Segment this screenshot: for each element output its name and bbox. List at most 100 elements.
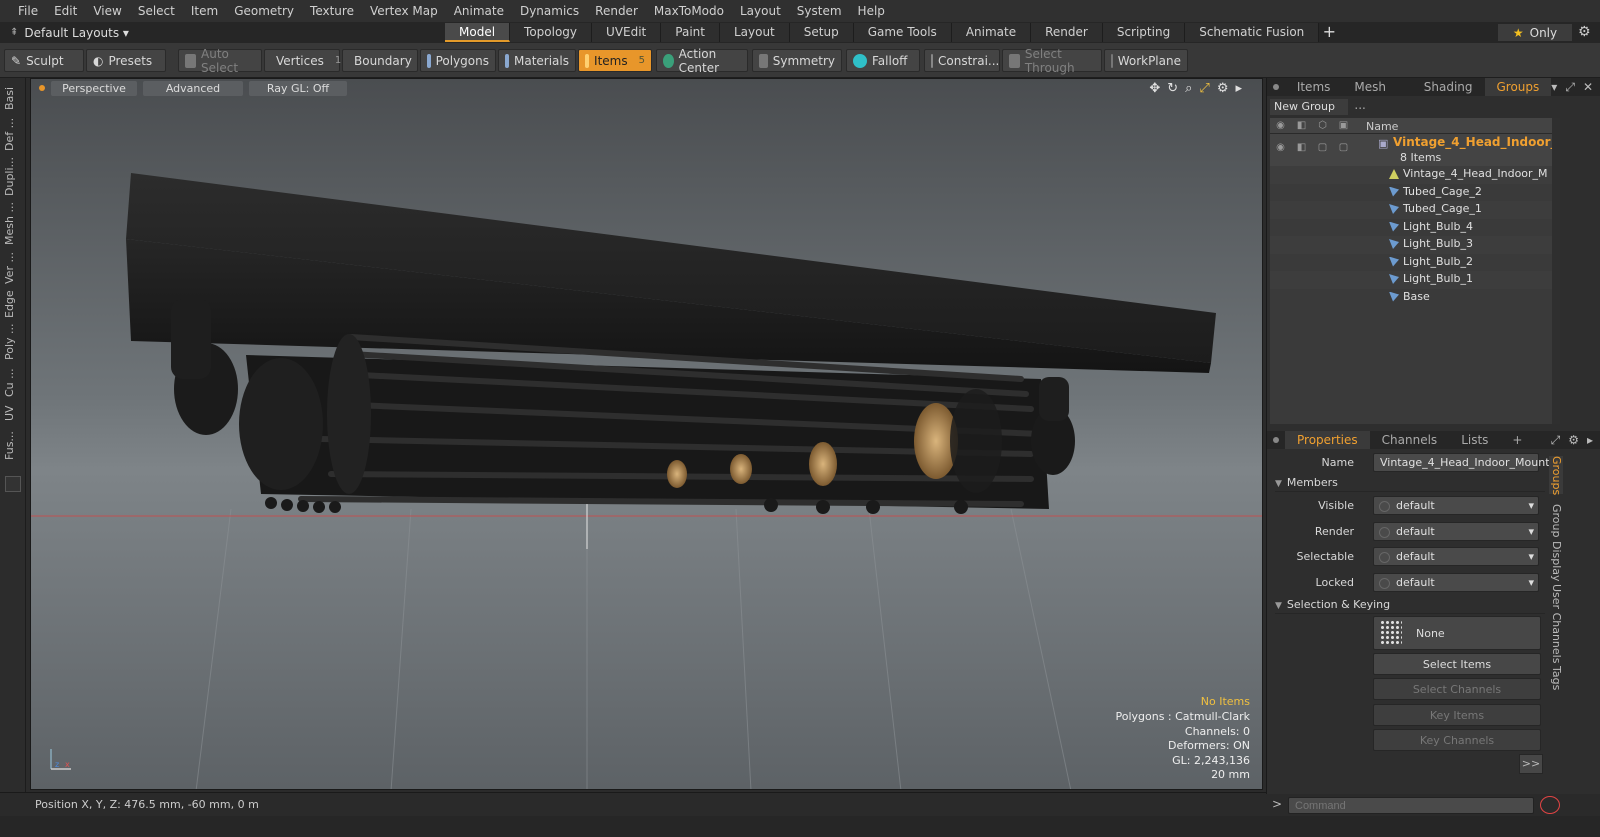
tab-paint[interactable]: Paint xyxy=(661,23,720,42)
select-column-icon[interactable]: ⬡ xyxy=(1312,118,1333,134)
tab-schematic-fusion[interactable]: Schematic Fusion xyxy=(1185,23,1320,42)
constraints-button[interactable]: Constrai... xyxy=(924,49,1000,72)
lock-column-icon[interactable]: ▣ xyxy=(1333,118,1354,134)
key-items-button[interactable]: Key Items xyxy=(1373,704,1541,726)
advanced-button[interactable]: Advanced xyxy=(143,80,243,96)
left-tab-duplicate[interactable]: Dupli... xyxy=(3,154,23,198)
left-tab-edge[interactable]: Edge xyxy=(3,288,23,320)
lock-toggle-icon[interactable]: ▢ xyxy=(1333,140,1354,156)
side-tab-group-display[interactable]: Group Display xyxy=(1549,504,1563,582)
collapse-up-icon[interactable]: ⇞ xyxy=(10,27,18,38)
menu-system[interactable]: System xyxy=(789,0,850,22)
perspective-button[interactable]: Perspective xyxy=(51,80,137,96)
items-button[interactable]: Items 5 xyxy=(578,49,652,72)
workplane-button[interactable]: WorkPlane xyxy=(1104,49,1188,72)
list-item[interactable]: Vintage_4_Head_Indoor_M ... xyxy=(1270,166,1552,184)
left-tab-fusion[interactable]: Fus... xyxy=(3,428,23,464)
list-item[interactable]: Light_Bulb_2 xyxy=(1270,254,1552,272)
list-item[interactable]: Tubed_Cage_1 xyxy=(1270,201,1552,219)
props-expand-icon[interactable]: ⤢ xyxy=(1551,433,1561,448)
list-item[interactable]: Light_Bulb_3 xyxy=(1270,236,1552,254)
tab-render[interactable]: Render xyxy=(1031,23,1103,42)
menu-render[interactable]: Render xyxy=(587,0,646,22)
name-field[interactable]: Vintage_4_Head_Indoor_Mount_ xyxy=(1373,453,1555,472)
left-tab-uv[interactable]: UV xyxy=(3,402,23,424)
left-tab-vertex[interactable]: Ver ... xyxy=(3,250,23,286)
menu-geometry[interactable]: Geometry xyxy=(226,0,302,22)
visible-dropdown[interactable]: default xyxy=(1373,496,1539,515)
pan-icon[interactable]: ✥ xyxy=(1149,81,1160,96)
menu-maxtomodo[interactable]: MaxToModo xyxy=(646,0,732,22)
select-items-button[interactable]: Select Items xyxy=(1373,653,1541,675)
fit-icon[interactable]: ⤢ xyxy=(1199,81,1209,96)
record-stop-icon[interactable] xyxy=(1540,796,1560,814)
tab-items[interactable]: Items xyxy=(1285,78,1343,96)
tab-uvedit[interactable]: UVEdit xyxy=(592,23,662,42)
menu-texture[interactable]: Texture xyxy=(302,0,362,22)
side-tab-user-channels[interactable]: User Channels xyxy=(1549,584,1563,663)
only-button[interactable]: ★ Only xyxy=(1498,24,1572,41)
action-center-button[interactable]: Action Center xyxy=(656,47,748,75)
rotate-icon[interactable]: ↻ xyxy=(1167,81,1178,96)
side-tab-tags[interactable]: Tags xyxy=(1549,666,1563,696)
tab-properties[interactable]: Properties xyxy=(1285,431,1370,449)
boundary-button[interactable]: Boundary xyxy=(342,49,418,72)
props-arrow-icon[interactable]: ▸ xyxy=(1587,433,1593,448)
eye-icon[interactable]: ◉ xyxy=(1270,140,1291,156)
left-tab-curve[interactable]: Cu ... xyxy=(3,366,23,400)
add-tab-button[interactable]: + xyxy=(1319,23,1339,43)
left-tab-mesh[interactable]: Mesh ... xyxy=(3,202,23,246)
zoom-icon[interactable]: ⌕ xyxy=(1185,81,1192,96)
command-input[interactable] xyxy=(1288,797,1534,814)
add-props-tab-button[interactable]: + xyxy=(1500,431,1534,449)
tab-channels[interactable]: Channels xyxy=(1370,431,1450,449)
key-channels-button[interactable]: Key Channels xyxy=(1373,729,1541,751)
polygons-button[interactable]: Polygons xyxy=(420,49,496,72)
selection-keying-header[interactable]: ▼ Selection & Keying xyxy=(1275,598,1545,614)
panel-expand-icon[interactable]: ⤢ xyxy=(1565,80,1575,95)
locked-dropdown[interactable]: default xyxy=(1373,573,1539,592)
menu-file[interactable]: File xyxy=(10,0,46,22)
select-through-button[interactable]: Select Through xyxy=(1002,47,1102,75)
select-channels-button[interactable]: Select Channels xyxy=(1373,678,1541,700)
3d-viewport[interactable]: Perspective Advanced Ray GL: Off ✥ ↻ ⌕ ⤢… xyxy=(30,78,1263,790)
render-column-icon[interactable]: ◧ xyxy=(1291,118,1312,134)
selectable-dropdown[interactable]: default xyxy=(1373,547,1539,566)
auto-select-button[interactable]: Auto Select xyxy=(178,47,262,75)
tab-groups[interactable]: Groups xyxy=(1484,78,1552,96)
menu-dynamics[interactable]: Dynamics xyxy=(512,0,587,22)
viewport-expand-icon[interactable]: ▸ xyxy=(1235,81,1242,96)
left-tab-polygon[interactable]: Poly ... xyxy=(3,322,23,362)
raygl-button[interactable]: Ray GL: Off xyxy=(249,80,347,96)
symmetry-button[interactable]: Symmetry xyxy=(752,49,842,72)
falloff-button[interactable]: Falloff xyxy=(846,49,920,72)
menu-layout[interactable]: Layout xyxy=(732,0,789,22)
gear-icon[interactable]: ⚙ xyxy=(1578,24,1591,40)
props-gear-icon[interactable]: ⚙ xyxy=(1568,433,1579,448)
group-list-scrollbar[interactable] xyxy=(1552,118,1560,424)
materials-button[interactable]: Materials xyxy=(498,49,576,72)
members-header[interactable]: ▼ Members xyxy=(1275,476,1545,492)
side-tab-groups[interactable]: Groups xyxy=(1549,456,1563,495)
panel-close-icon[interactable]: ✕ xyxy=(1583,80,1593,95)
menu-animate[interactable]: Animate xyxy=(446,0,512,22)
tab-setup[interactable]: Setup xyxy=(789,23,854,42)
none-button[interactable]: None xyxy=(1373,616,1541,650)
tab-lists[interactable]: Lists xyxy=(1449,431,1500,449)
list-item[interactable]: Light_Bulb_1 xyxy=(1270,271,1552,289)
tab-animate[interactable]: Animate xyxy=(951,23,1032,42)
tab-game-tools[interactable]: Game Tools xyxy=(853,23,952,42)
menu-help[interactable]: Help xyxy=(850,0,893,22)
tab-shading[interactable]: Shading xyxy=(1412,78,1485,96)
new-group-button[interactable]: New Group xyxy=(1270,99,1348,115)
left-tab-toggle[interactable] xyxy=(5,476,21,492)
list-item[interactable]: Base xyxy=(1270,289,1552,307)
tab-model[interactable]: Model xyxy=(445,23,511,42)
menu-vertex-map[interactable]: Vertex Map xyxy=(362,0,446,22)
menu-view[interactable]: View xyxy=(85,0,129,22)
tab-mesh[interactable]: Mesh ... xyxy=(1342,78,1411,112)
left-tab-deform[interactable]: Def ... xyxy=(3,116,23,152)
viewport-gear-icon[interactable]: ⚙ xyxy=(1217,81,1229,96)
list-item[interactable]: Tubed_Cage_2 xyxy=(1270,184,1552,202)
sculpt-button[interactable]: ✎ Sculpt xyxy=(4,49,84,72)
